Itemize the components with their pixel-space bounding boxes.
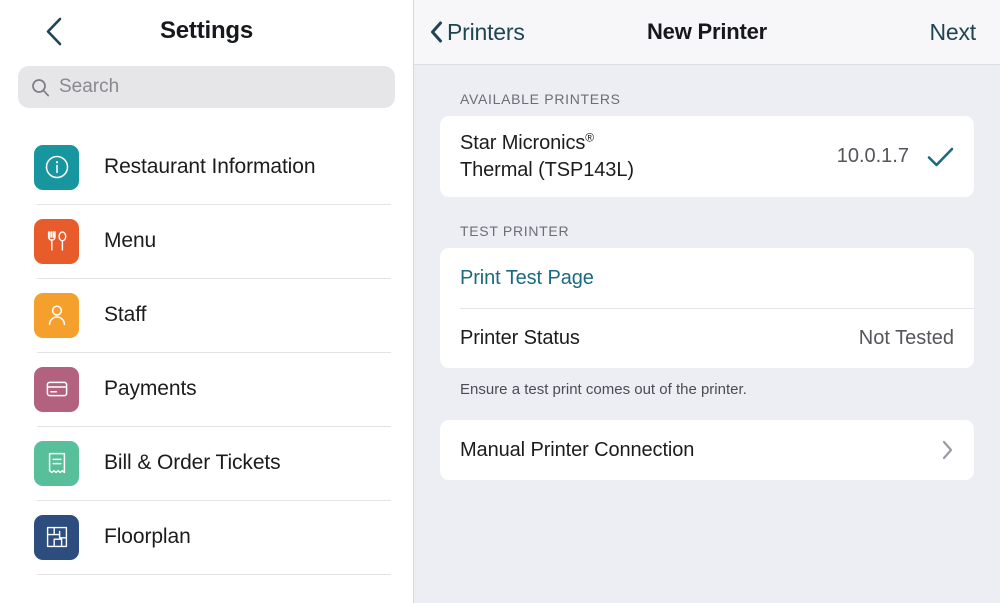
print-test-page-row[interactable]: Print Test Page bbox=[440, 248, 974, 308]
detail-header: Printers New Printer Next bbox=[414, 0, 1000, 65]
sidebar-item-label: Menu bbox=[104, 229, 157, 252]
printer-list-item[interactable]: Star Micronics® Thermal (TSP143L) 10.0.1… bbox=[440, 116, 974, 197]
app-root: Settings Search Restaurant Information M… bbox=[0, 0, 1000, 603]
settings-menu-list: Restaurant Information Menu Staff Paymen… bbox=[0, 130, 413, 575]
printer-name-line2: Thermal (TSP143L) bbox=[460, 158, 634, 181]
test-printer-section-label: TEST PRINTER bbox=[460, 223, 570, 240]
receipt-icon bbox=[34, 440, 79, 486]
sidebar-item-payments[interactable]: Payments bbox=[0, 352, 413, 426]
sidebar-item-menu[interactable]: Menu bbox=[0, 204, 413, 278]
sidebar-item-label: Restaurant Information bbox=[104, 155, 316, 178]
printer-name-line1: Star Micronics bbox=[460, 132, 586, 154]
printer-status-row: Printer Status Not Tested bbox=[440, 308, 974, 368]
chevron-right-icon bbox=[941, 439, 954, 461]
printer-ip-address: 10.0.1.7 bbox=[836, 145, 909, 168]
search-field[interactable] bbox=[18, 66, 395, 108]
fork-spoon-icon bbox=[34, 218, 79, 264]
printer-status-label: Printer Status bbox=[460, 326, 580, 349]
registered-mark: ® bbox=[585, 130, 595, 145]
sidebar-item-label: Staff bbox=[104, 303, 147, 326]
manual-printer-connection-row[interactable]: Manual Printer Connection bbox=[440, 420, 974, 480]
test-printer-footnote: Ensure a test print comes out of the pri… bbox=[460, 381, 747, 399]
chevron-left-icon bbox=[430, 21, 443, 43]
back-label: Printers bbox=[447, 18, 525, 45]
search-icon bbox=[31, 78, 50, 97]
printer-name: Star Micronics® Thermal (TSP143L) bbox=[460, 130, 634, 183]
printer-status-value: Not Tested bbox=[858, 326, 954, 349]
print-test-page-label: Print Test Page bbox=[460, 266, 594, 289]
sidebar-item-staff[interactable]: Staff bbox=[0, 278, 413, 352]
new-printer-panel: Printers New Printer Next AVAILABLE PRIN… bbox=[414, 0, 1000, 603]
search-container bbox=[0, 62, 413, 108]
sidebar-item-label: Floorplan bbox=[104, 525, 191, 548]
sidebar-item-floorplan[interactable]: Floorplan bbox=[0, 500, 413, 574]
info-circle-icon bbox=[34, 144, 79, 190]
sidebar-item-restaurant-information[interactable]: Restaurant Information bbox=[0, 130, 413, 204]
test-printer-card: Print Test Page Printer Status Not Teste… bbox=[440, 248, 974, 369]
manual-printer-connection-label: Manual Printer Connection bbox=[460, 438, 695, 461]
search-input[interactable] bbox=[59, 76, 382, 98]
sidebar-header: Settings bbox=[0, 0, 413, 62]
detail-body: AVAILABLE PRINTERS Star Micronics® Therm… bbox=[414, 65, 1000, 481]
sidebar-back-button[interactable] bbox=[40, 16, 66, 46]
next-button[interactable]: Next bbox=[930, 19, 977, 46]
sidebar-item-label: Payments bbox=[104, 377, 197, 400]
checkmark-icon bbox=[927, 146, 954, 168]
settings-sidebar: Settings Search Restaurant Information M… bbox=[0, 0, 414, 603]
back-to-printers-button[interactable]: Printers bbox=[430, 19, 525, 46]
sidebar-item-label: Bill & Order Tickets bbox=[104, 451, 281, 474]
sidebar-item-bill-order-tickets[interactable]: Bill & Order Tickets bbox=[0, 426, 413, 500]
printer-meta: 10.0.1.7 bbox=[837, 145, 954, 168]
person-icon bbox=[34, 292, 79, 338]
blueprint-icon bbox=[34, 514, 79, 560]
manual-connection-card: Manual Printer Connection bbox=[440, 420, 974, 481]
credit-card-icon bbox=[34, 366, 79, 412]
available-printers-card: Star Micronics® Thermal (TSP143L) 10.0.1… bbox=[440, 116, 974, 198]
available-printers-section-label: AVAILABLE PRINTERS bbox=[460, 91, 621, 107]
